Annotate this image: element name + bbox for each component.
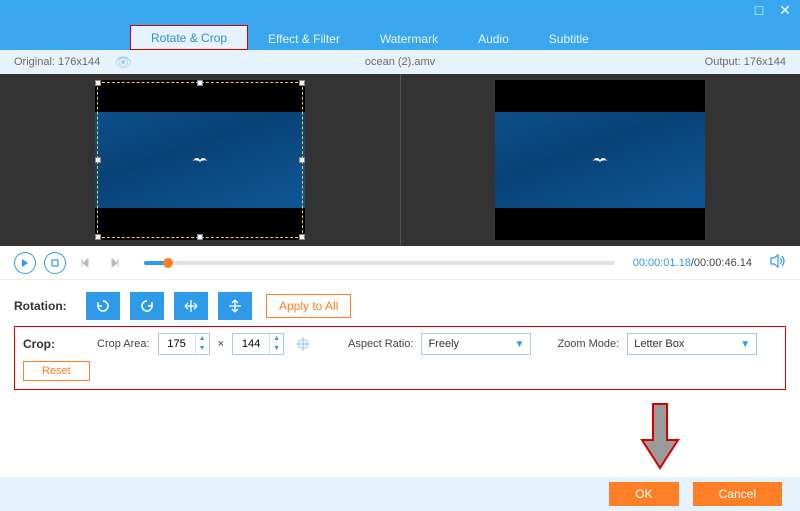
cancel-button[interactable]: Cancel (693, 482, 782, 506)
current-time: 00:00:01.18 (633, 257, 691, 269)
crop-width-input[interactable]: ▲▼ (158, 333, 210, 355)
ok-button[interactable]: OK (609, 482, 678, 506)
crop-selection[interactable] (97, 82, 303, 238)
prev-frame-button[interactable] (74, 252, 96, 274)
rotation-row: Rotation: Apply to All (14, 290, 786, 322)
preview-output (401, 74, 800, 246)
chevron-down-icon: ▼ (515, 339, 525, 350)
next-frame-button[interactable] (104, 252, 126, 274)
tab-bar: Rotate & Crop Effect & Filter Watermark … (0, 20, 800, 50)
stop-button[interactable] (44, 252, 66, 274)
crop-handle-bm[interactable] (197, 234, 203, 240)
chevron-down-icon: ▼ (740, 339, 750, 350)
crop-section: Crop: Crop Area: ▲▼ × ▲▼ Aspect Ratio: F… (14, 326, 786, 390)
tab-effect-filter[interactable]: Effect & Filter (248, 27, 360, 50)
rotate-right-button[interactable] (130, 292, 164, 320)
video-frame-output (495, 80, 705, 240)
apply-to-all-button[interactable]: Apply to All (266, 294, 351, 318)
close-icon[interactable]: ✕ (778, 3, 792, 17)
crop-width-field[interactable] (159, 338, 195, 350)
spin-up-icon[interactable]: ▲ (270, 334, 283, 344)
crop-height-field[interactable] (233, 338, 269, 350)
spin-down-icon[interactable]: ▼ (270, 344, 283, 354)
seek-thumb[interactable] (163, 258, 173, 268)
center-cross-icon[interactable] (292, 333, 314, 355)
original-size-label: Original: 176x144 (14, 56, 100, 68)
tab-subtitle[interactable]: Subtitle (529, 27, 609, 50)
crop-handle-br[interactable] (299, 234, 305, 240)
tab-rotate-crop[interactable]: Rotate & Crop (130, 25, 248, 50)
output-size-label: Output: 176x144 (636, 56, 786, 68)
play-button[interactable] (14, 252, 36, 274)
time-display: 00:00:01.18/00:00:46.14 (633, 257, 752, 269)
eye-icon[interactable]: 👁 (114, 54, 132, 71)
crop-height-input[interactable]: ▲▼ (232, 333, 284, 355)
title-bar: □ ✕ (0, 0, 800, 20)
rotation-label: Rotation: (14, 299, 86, 313)
crop-handle-bl[interactable] (95, 234, 101, 240)
preview-original[interactable] (0, 74, 400, 246)
spin-down-icon[interactable]: ▼ (196, 344, 209, 354)
video-frame-original (95, 80, 305, 240)
crop-label: Crop: (23, 337, 89, 351)
total-time: /00:00:46.14 (691, 257, 752, 269)
zoom-mode-select[interactable]: Letter Box ▼ (627, 333, 757, 355)
preview-row (0, 74, 800, 246)
crop-handle-ml[interactable] (95, 157, 101, 163)
volume-icon[interactable] (770, 254, 786, 271)
aspect-ratio-label: Aspect Ratio: (348, 338, 413, 350)
filename-label: ocean (2).amv (164, 56, 636, 68)
crop-handle-mr[interactable] (299, 157, 305, 163)
spin-up-icon[interactable]: ▲ (196, 334, 209, 344)
flip-vertical-button[interactable] (218, 292, 252, 320)
seek-slider[interactable] (144, 261, 615, 265)
info-bar: Original: 176x144 👁 ocean (2).amv Output… (0, 50, 800, 74)
crop-handle-tr[interactable] (299, 80, 305, 86)
zoom-mode-label: Zoom Mode: (557, 338, 619, 350)
bird-icon (591, 154, 609, 166)
crop-handle-tm[interactable] (197, 80, 203, 86)
footer-bar: OK Cancel (0, 477, 800, 511)
arrow-annotation-icon (640, 402, 680, 470)
rotate-left-button[interactable] (86, 292, 120, 320)
play-bar: 00:00:01.18/00:00:46.14 (0, 246, 800, 280)
aspect-ratio-select[interactable]: Freely ▼ (421, 333, 531, 355)
multiply-label: × (218, 338, 224, 350)
controls-panel: Rotation: Apply to All Crop: Crop Area: … (0, 280, 800, 400)
flip-horizontal-button[interactable] (174, 292, 208, 320)
zoom-mode-value: Letter Box (634, 338, 684, 350)
tab-watermark[interactable]: Watermark (360, 27, 458, 50)
crop-handle-tl[interactable] (95, 80, 101, 86)
aspect-ratio-value: Freely (428, 338, 459, 350)
crop-area-label: Crop Area: (97, 338, 150, 350)
reset-button[interactable]: Reset (23, 361, 90, 381)
maximize-icon[interactable]: □ (752, 3, 766, 17)
tab-audio[interactable]: Audio (458, 27, 529, 50)
